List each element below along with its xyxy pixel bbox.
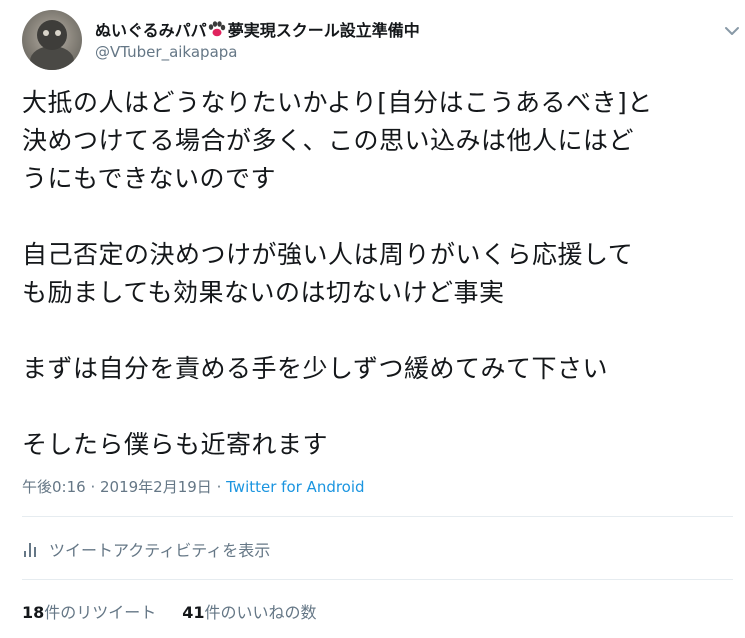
tweet-time[interactable]: 午後0:16 (22, 478, 86, 496)
tweet-line: そしたら僕らも近寄れます (22, 430, 329, 459)
retweets-count: 18 (22, 603, 45, 622)
likes-label: 件のいいねの数 (204, 603, 317, 622)
chevron-down-icon[interactable] (723, 22, 741, 35)
divider (22, 516, 733, 517)
user-handle[interactable]: @VTuber_aikapapa (95, 43, 237, 61)
tweet-card: ぬいぐるみパパ 夢実現スクール設立準備中 @VTuber_aikapapa 大抵… (0, 0, 745, 638)
display-name-text: ぬいぐるみパパ (95, 21, 207, 40)
likes-stat[interactable]: 41件のいいねの数 (182, 599, 316, 623)
meta-separator: · (85, 478, 100, 496)
likes-count: 41 (182, 603, 205, 622)
retweets-label: 件のリツイート (44, 603, 157, 622)
retweets-stat[interactable]: 18件のリツイート (22, 599, 156, 623)
meta-separator: · (211, 478, 227, 496)
tweet-line: 自己否定の決めつけが強い人は周りがいくら応援して (22, 240, 634, 269)
tweet-line: 決めつけてる場合が多く、この思い込みは他人にはど (22, 126, 635, 155)
tweet-header: ぬいぐるみパパ 夢実現スクール設立準備中 @VTuber_aikapapa (22, 10, 739, 70)
tweet-meta: 午後0:16 · 2019年2月19日 · Twitter for Androi… (22, 476, 365, 497)
tweet-source-link[interactable]: Twitter for Android (226, 478, 364, 496)
avatar-eye-right (55, 30, 61, 36)
tweet-line: まずは自分を責める手を少しずつ緩めてみて下さい (22, 354, 609, 383)
tweet-date[interactable]: 2019年2月19日 (100, 478, 212, 496)
avatar[interactable] (22, 10, 82, 70)
tweet-text: 大抵の人はどうなりたいかより[自分はこうあるべき]と 決めつけてる場合が多く、こ… (22, 84, 732, 464)
divider (22, 579, 733, 580)
avatar-face-shape (37, 20, 67, 50)
avatar-eye-left (43, 30, 49, 36)
tweet-activity-button[interactable]: ツイートアクティビティを表示 (22, 537, 270, 561)
tweet-line: 大抵の人はどうなりたいかより[自分はこうあるべき]と (22, 88, 653, 117)
tweet-stats: 18件のリツイート 41件のいいねの数 (22, 599, 317, 623)
display-name[interactable]: ぬいぐるみパパ 夢実現スクール設立準備中 (95, 17, 420, 41)
display-name-suffix: 夢実現スクール設立準備中 (227, 21, 420, 40)
tweet-line: も励ましても効果ないのは切ないけど事実 (22, 278, 505, 307)
tweet-line: うにもできないのです (22, 164, 277, 193)
paw-icon (208, 21, 226, 37)
tweet-activity-label: ツイートアクティビティを表示 (49, 541, 271, 560)
activity-bars-icon (24, 541, 39, 557)
